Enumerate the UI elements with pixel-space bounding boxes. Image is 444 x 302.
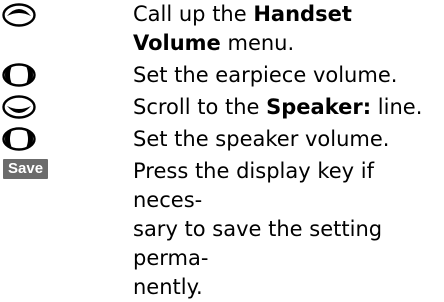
step-2: Set the earpiece volume. xyxy=(0,60,444,92)
step-1-text-after: menu. xyxy=(220,31,295,55)
step-3: Scroll to the Speaker: line. xyxy=(0,92,444,124)
step-3-text-after: line. xyxy=(371,95,423,119)
step-5-line-3: nently. xyxy=(133,275,203,299)
step-4-text: Set the speaker volume. xyxy=(133,127,390,151)
step-5: Save Press the display key if neces- sar… xyxy=(0,156,444,299)
speaker-line-label: Speaker: xyxy=(266,95,372,119)
step-5-text: Press the display key if neces- sary to … xyxy=(133,157,433,302)
step-4: Set the speaker volume. xyxy=(0,124,444,156)
step-3-text: Scroll to the Speaker: line. xyxy=(133,93,433,122)
step-1: Call up the Handset Volume menu. xyxy=(0,0,444,60)
save-display-key: Save xyxy=(3,159,49,179)
step-3-text-before: Scroll to the xyxy=(133,95,267,119)
step-1-text: Call up the Handset Volume menu. xyxy=(133,0,433,58)
step-5-line-1: Press the display key if neces- xyxy=(133,159,374,212)
step-5-line-2: sary to save the setting perma- xyxy=(133,217,383,270)
control-key-left-right-icon xyxy=(2,127,36,151)
control-key-down-icon xyxy=(2,95,36,119)
step-2-text: Set the earpiece volume. xyxy=(133,63,398,87)
step-1-text-before: Call up the xyxy=(133,2,254,26)
control-key-left-right-icon xyxy=(2,63,36,87)
control-key-up-icon xyxy=(2,3,36,27)
